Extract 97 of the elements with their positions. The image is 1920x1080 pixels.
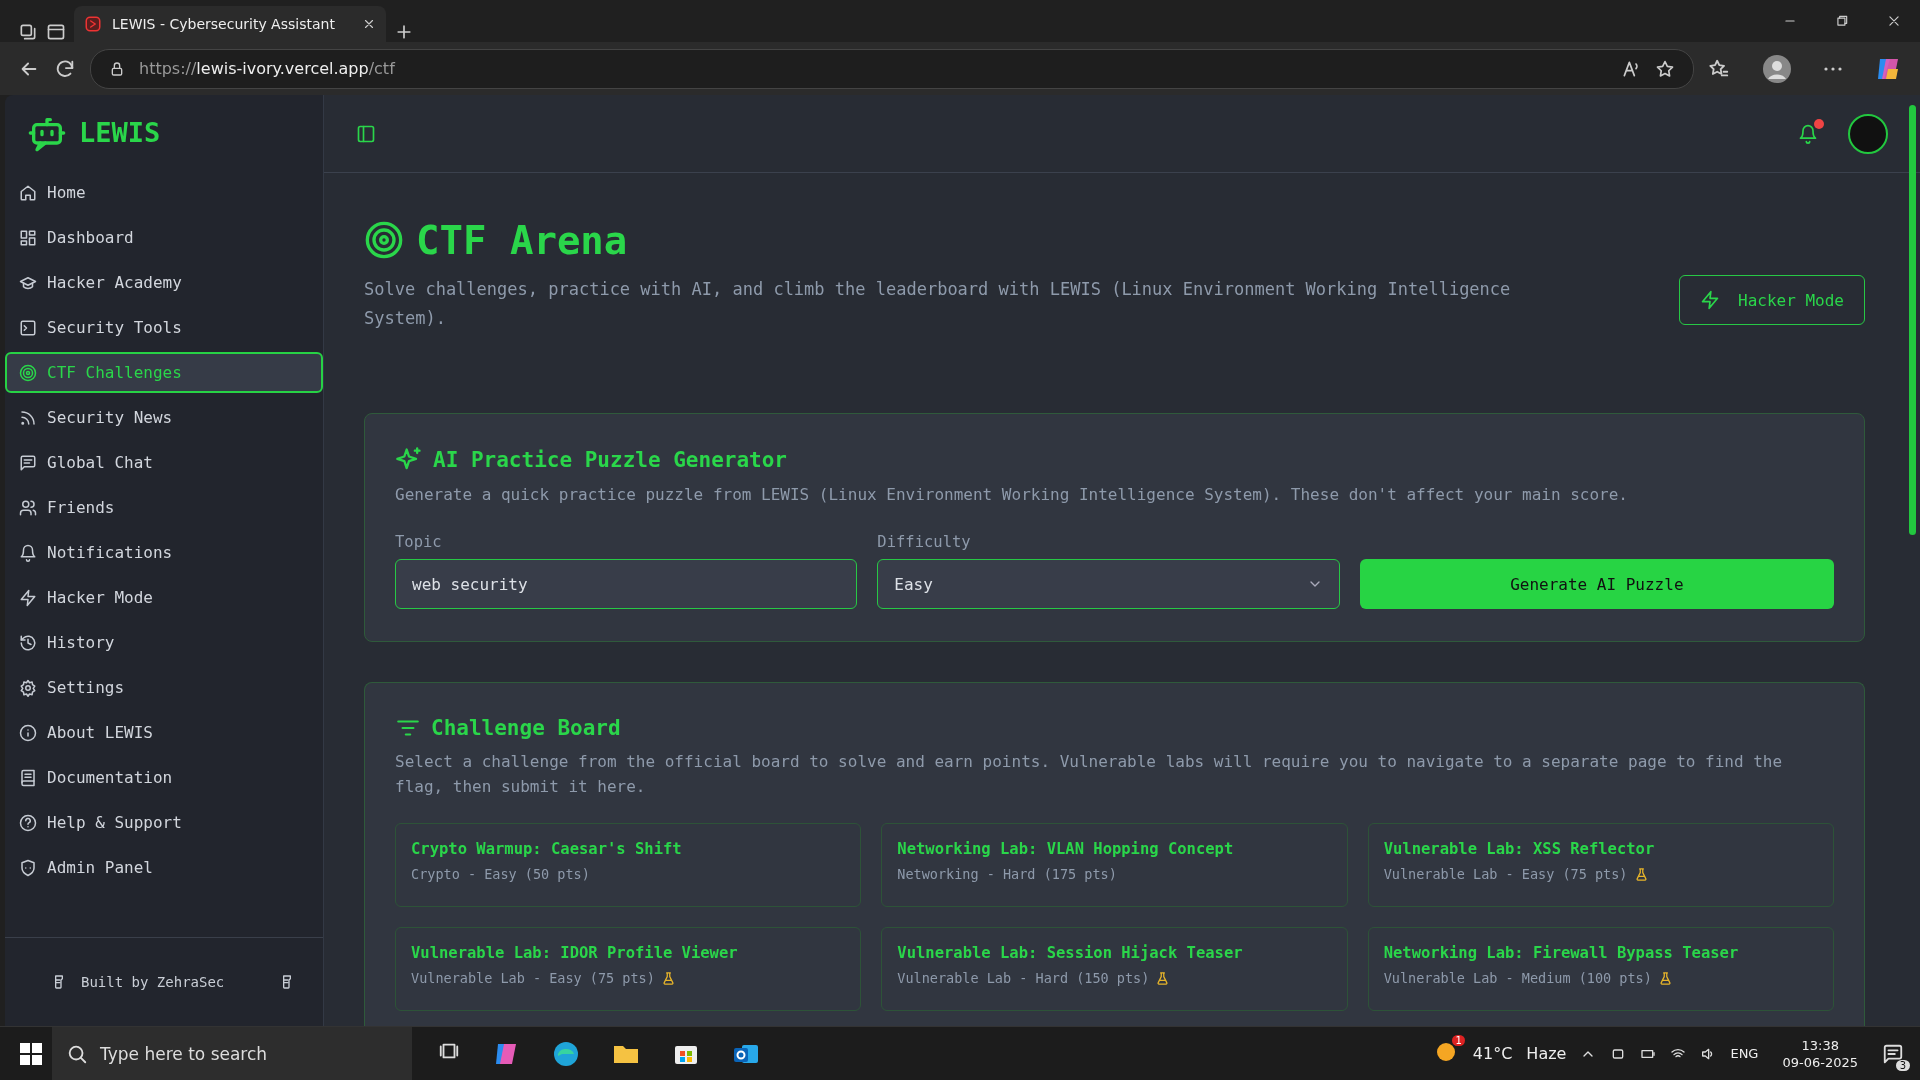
book-icon bbox=[19, 768, 37, 787]
section-title: Challenge Board bbox=[431, 716, 621, 740]
nav-item[interactable]: Hacker Mode bbox=[5, 577, 323, 618]
history-icon bbox=[19, 633, 37, 652]
flask-icon bbox=[1633, 866, 1649, 882]
weather-badge: 1 bbox=[1452, 1034, 1465, 1046]
browser-tab[interactable]: LEWIS - Cybersecurity Assistant bbox=[74, 6, 386, 42]
user-avatar[interactable] bbox=[1848, 113, 1888, 154]
nav-item[interactable]: About LEWIS bbox=[5, 712, 323, 753]
settings-icon bbox=[19, 678, 37, 697]
taskbar-search-field[interactable]: Type here to search bbox=[52, 1027, 412, 1080]
target-icon bbox=[364, 220, 404, 260]
nav-item[interactable]: Admin Panel bbox=[5, 847, 323, 888]
nav-item[interactable]: Help & Support bbox=[5, 802, 323, 843]
challenge-title: Crypto Warmup: Caesar's Shift bbox=[411, 840, 683, 858]
challenge-title: Vulnerable Lab: IDOR Profile Viewer bbox=[411, 944, 739, 962]
url-text: https://lewis-ivory.vercel.app/ctf bbox=[139, 59, 397, 78]
tab-sidebar-icon bbox=[46, 22, 66, 42]
clock[interactable]: 13:38 09-06-2025 bbox=[1782, 1034, 1858, 1073]
challenge-card[interactable]: Crypto Warmup: Caesar's Shift Crypto - Easy (50 pts) bbox=[395, 823, 862, 907]
temperature: 41°C bbox=[1472, 1044, 1513, 1063]
challenge-card[interactable]: Networking Lab: VLAN Hopping Concept Networking - Hard (175 pts) bbox=[881, 823, 1348, 907]
page-subtitle: Solve challenges, practice with AI, and climb the leaderboard with LEWIS (Linux Environment Working Intelligence System). bbox=[364, 278, 1512, 330]
challenge-meta: Vulnerable Lab - Easy (75 pts) bbox=[411, 970, 655, 986]
nav-item[interactable]: History bbox=[5, 622, 323, 663]
nav-item[interactable]: Notifications bbox=[5, 532, 323, 573]
challenge-title: Vulnerable Lab: Session Hijack Teaser bbox=[897, 944, 1244, 962]
sidebar-toggle-icon bbox=[356, 123, 376, 144]
nav-item[interactable]: Security News bbox=[5, 397, 323, 438]
notification-bell-icon bbox=[1798, 123, 1818, 144]
close-window-icon bbox=[1887, 14, 1901, 28]
field-label: Difficulty bbox=[877, 533, 972, 551]
terminal-icon bbox=[19, 318, 37, 337]
flask-icon bbox=[1155, 970, 1171, 986]
lightning-bolt-icon bbox=[19, 588, 37, 607]
chat-bubble-icon bbox=[19, 453, 37, 472]
nav-item[interactable]: Friends bbox=[5, 487, 323, 528]
flask-icon bbox=[1657, 970, 1673, 986]
browser-app-icon[interactable] bbox=[552, 1039, 580, 1068]
brand-name: LEWIS bbox=[79, 117, 161, 148]
close-icon bbox=[362, 17, 376, 31]
topic-input-field[interactable]: web security bbox=[395, 559, 858, 609]
nav-item[interactable]: CTF Challenges bbox=[5, 352, 323, 393]
favorite-star-icon bbox=[1655, 58, 1675, 79]
rss-icon bbox=[19, 408, 37, 427]
nav-item[interactable]: Home bbox=[5, 172, 323, 213]
dashboard-grid-icon bbox=[19, 228, 37, 247]
target-icon bbox=[19, 363, 37, 382]
tab-title: LEWIS - Cybersecurity Assistant bbox=[112, 16, 336, 32]
challenge-meta: Vulnerable Lab - Hard (150 pts) bbox=[897, 970, 1150, 986]
address-bar[interactable]: https://lewis-ivory.vercel.app/ctf bbox=[90, 48, 1694, 89]
profile-avatar-icon[interactable] bbox=[1762, 53, 1792, 84]
hacker-mode-button[interactable]: Hacker Mode bbox=[1679, 275, 1865, 325]
section-description: Generate a quick practice puzzle from LEWIS (Linux Environment Working Intelligence System). These don't affect your main score. bbox=[395, 484, 1629, 506]
challenge-meta: Vulnerable Lab - Medium (100 pts) bbox=[1383, 970, 1652, 986]
lightning-bolt-icon bbox=[1700, 290, 1721, 310]
lock-icon bbox=[109, 60, 125, 77]
footer-credit: Built by ZehraSec bbox=[81, 974, 226, 990]
nav-item[interactable]: Hacker Academy bbox=[5, 262, 323, 303]
challenge-meta: Networking - Hard (175 pts) bbox=[897, 866, 1117, 882]
challenge-meta: Vulnerable Lab - Easy (75 pts) bbox=[1383, 866, 1628, 882]
site-favicon bbox=[84, 15, 102, 33]
users-icon bbox=[19, 498, 37, 517]
challenge-card[interactable]: Vulnerable Lab: IDOR Profile Viewer Vulnerable Lab - Easy (75 pts) bbox=[395, 927, 862, 1011]
nav-item[interactable]: Global Chat bbox=[5, 442, 323, 483]
difficulty-dropdown[interactable]: Easy bbox=[877, 559, 1340, 609]
bell-icon bbox=[19, 543, 37, 562]
challenge-card[interactable]: Networking Lab: Firewall Bypass Teaser Vulnerable Lab - Medium (100 pts) bbox=[1367, 927, 1834, 1011]
section-description: Select a challenge from the official board to solve and earn points. Vulnerable labs will require you to navigate to a separate page to find the flag, then submit it here. bbox=[395, 751, 1784, 798]
more-icon[interactable] bbox=[1824, 66, 1842, 71]
challenge-meta: Crypto - Easy (50 pts) bbox=[411, 866, 590, 882]
nav-item[interactable]: Settings bbox=[5, 667, 323, 708]
section-title: AI Practice Puzzle Generator bbox=[433, 448, 787, 472]
scrollbar-thumb[interactable] bbox=[1909, 105, 1916, 535]
language-indicator[interactable]: ENG bbox=[1730, 1046, 1759, 1061]
challenge-title: Vulnerable Lab: XSS Reflector bbox=[1383, 840, 1656, 858]
page-title: CTF Arena bbox=[416, 217, 628, 263]
restore-icon bbox=[1835, 14, 1849, 28]
nav-item[interactable]: Dashboard bbox=[5, 217, 323, 258]
field-label: Topic bbox=[395, 533, 443, 551]
challenge-title: Networking Lab: VLAN Hopping Concept bbox=[897, 840, 1235, 858]
nav-item[interactable]: Security Tools bbox=[5, 307, 323, 348]
tab-actions-icon bbox=[18, 22, 38, 42]
generate-puzzle-button[interactable]: Generate AI Puzzle bbox=[1359, 559, 1834, 609]
refresh-icon bbox=[54, 57, 76, 80]
challenge-title: Networking Lab: Firewall Bypass Teaser bbox=[1383, 944, 1740, 962]
weather-condition: Haze bbox=[1526, 1044, 1567, 1063]
shield-icon bbox=[19, 858, 37, 877]
notification-count: 3 bbox=[1895, 1059, 1910, 1071]
info-icon bbox=[19, 723, 37, 742]
house-icon bbox=[19, 183, 37, 202]
challenge-card[interactable]: Vulnerable Lab: Session Hijack Teaser Vulnerable Lab - Hard (150 pts) bbox=[881, 927, 1348, 1011]
nav-item[interactable]: Documentation bbox=[5, 757, 323, 798]
windows-start-icon[interactable] bbox=[20, 1042, 42, 1065]
challenge-card[interactable]: Vulnerable Lab: XSS Reflector Vulnerable Lab - Easy (75 pts) bbox=[1367, 823, 1834, 907]
flask-icon bbox=[660, 970, 676, 986]
help-icon bbox=[19, 813, 37, 832]
